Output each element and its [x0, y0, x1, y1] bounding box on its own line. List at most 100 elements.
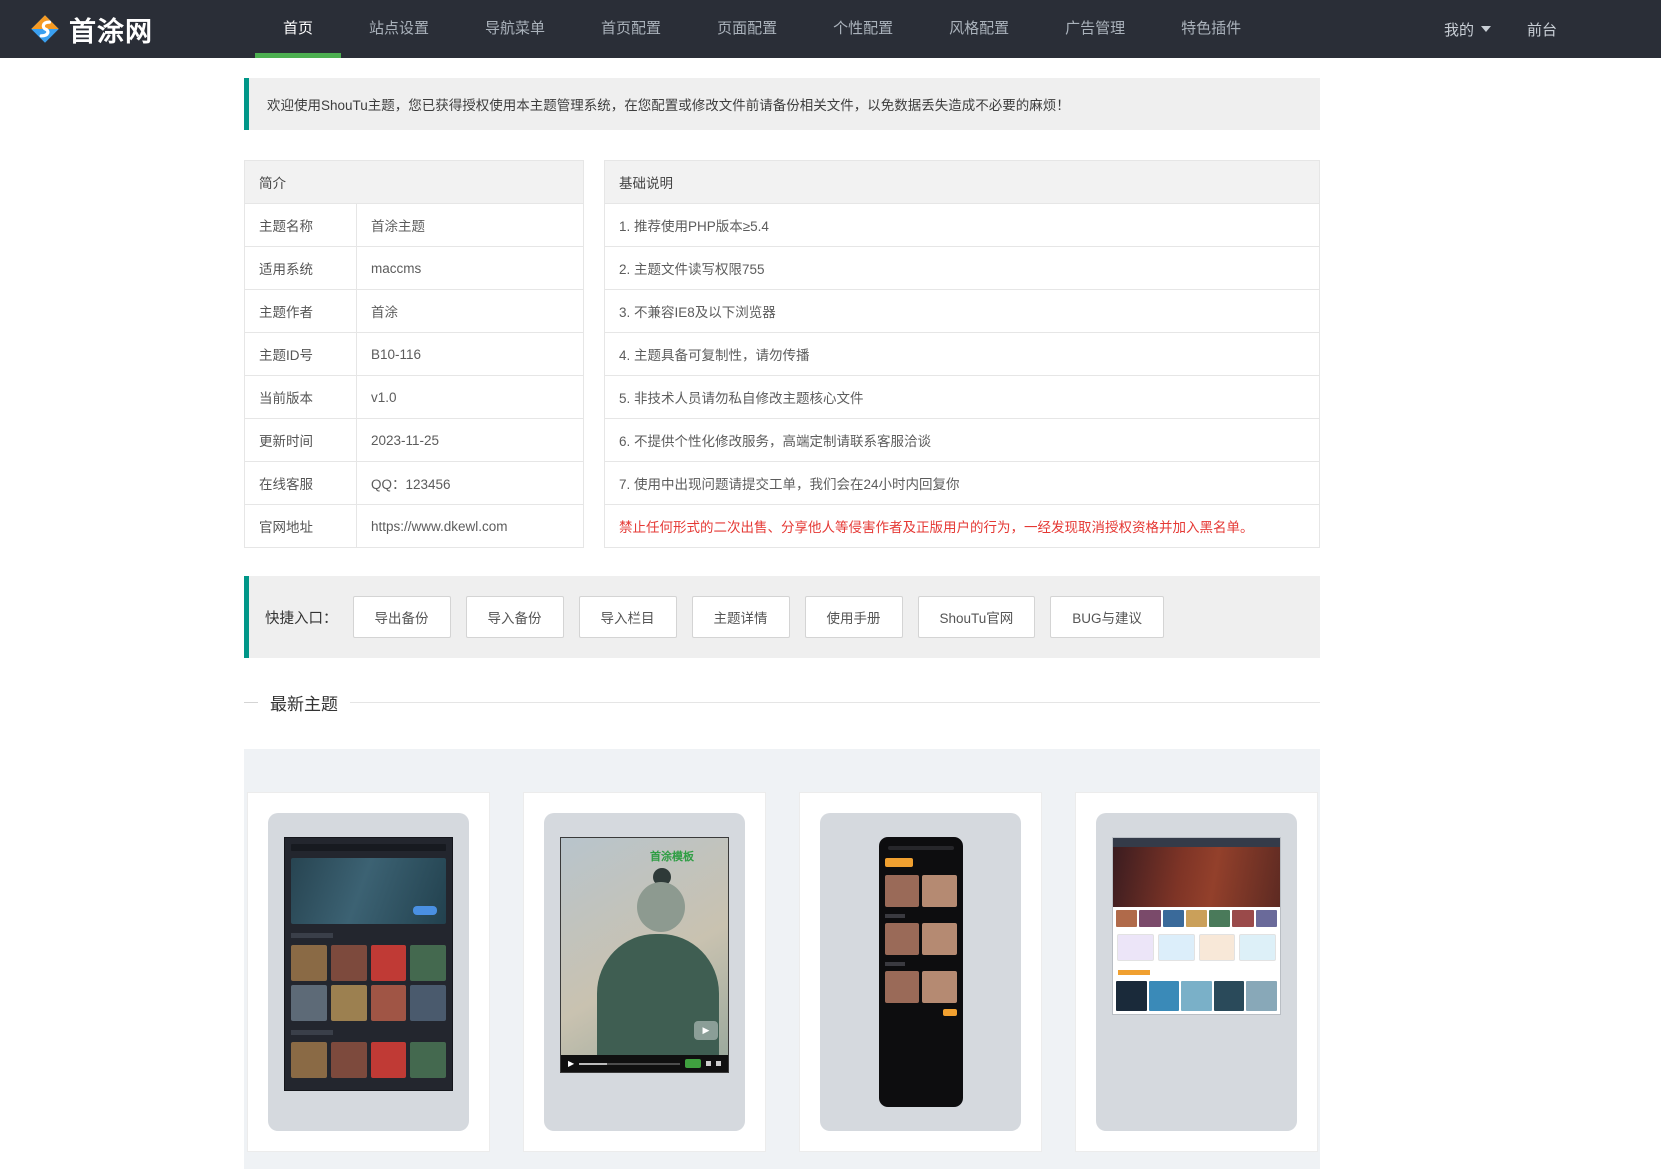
phone-status-bar: [887, 846, 954, 850]
player-button: [685, 1059, 701, 1068]
logo-text: 首涂网: [69, 16, 153, 47]
preview-hero-banner: [1113, 847, 1280, 907]
preview-poster-grid: [884, 971, 957, 1003]
license-warning-text: 禁止任何形式的二次出售、分享他人等侵害作者及正版用户的行为，一经发现取消授权资格…: [604, 504, 1320, 548]
nav-item-plugins[interactable]: 特色插件: [1153, 0, 1269, 58]
intro-label: 在线客服: [244, 461, 357, 505]
poster-tile: [1181, 981, 1212, 1011]
export-backup-button[interactable]: 导出备份: [352, 596, 451, 638]
theme-preview-image: 首涂模板 ▶ ▶: [560, 837, 729, 1073]
preview-poster-grid: [291, 945, 446, 1021]
import-columns-button[interactable]: 导入栏目: [578, 596, 677, 638]
theme-card-2[interactable]: 首涂模板 ▶ ▶: [523, 792, 766, 1152]
note-item: 6. 不提供个性化修改服务，高端定制请联系客服洽谈: [604, 418, 1320, 462]
chevron-down-icon: [1480, 26, 1491, 32]
player-control-bar: ▶: [561, 1055, 728, 1072]
table-row: 官网地址 https://www.dkewl.com: [244, 504, 584, 548]
theme-preview-image: [284, 837, 453, 1091]
logo[interactable]: 首涂网: [30, 10, 153, 49]
intro-label: 主题名称: [244, 203, 357, 247]
poster-tile: [410, 945, 446, 981]
intro-label: 主题作者: [244, 289, 357, 333]
poster-tile: [884, 971, 919, 1003]
shoutu-official-site-button[interactable]: ShouTu官网: [917, 596, 1036, 638]
preview-poster-grid: [884, 875, 957, 907]
poster-tile: [922, 875, 957, 907]
nav-item-site-settings[interactable]: 站点设置: [341, 0, 457, 58]
navbar-right: 我的 前台: [1444, 19, 1557, 40]
poster-tile: [1185, 910, 1208, 927]
intro-table-title: 简介: [244, 160, 584, 204]
preview-poster-row: [1113, 978, 1280, 1014]
note-item: 2. 主题文件读写权限755: [604, 246, 1320, 290]
theme-card-4[interactable]: [1075, 792, 1318, 1152]
nav-item-home[interactable]: 首页: [255, 0, 342, 58]
note-item: 5. 非技术人员请勿私自修改主题核心文件: [604, 375, 1320, 419]
main-content: 欢迎使用ShouTu主题，您已获得授权使用本主题管理系统，在您配置或修改文件前请…: [244, 78, 1320, 1169]
poster-tile: [1255, 910, 1277, 927]
poster-tile: [1232, 910, 1254, 927]
intro-label: 主题ID号: [244, 332, 357, 376]
poster-tile: [330, 985, 367, 1021]
table-row: 当前版本 v1.0: [244, 375, 584, 419]
poster-tile: [922, 971, 957, 1003]
poster-tile: [410, 985, 446, 1021]
import-backup-button[interactable]: 导入备份: [465, 596, 564, 638]
table-row: 更新时间 2023-11-25: [244, 418, 584, 462]
preview-logo: [884, 858, 913, 867]
theme-card-1[interactable]: [247, 792, 490, 1152]
poster-tile: [1116, 910, 1138, 927]
poster-tile: [291, 985, 327, 1021]
heading-right-rule: [350, 702, 1320, 703]
poster-tile: [370, 945, 407, 981]
frontend-link-label: 前台: [1526, 21, 1557, 39]
intro-value: maccms: [356, 246, 584, 290]
nav-item-style-config[interactable]: 风格配置: [921, 0, 1037, 58]
notes-table: 基础说明 1. 推荐使用PHP版本≥5.4 2. 主题文件读写权限755 3. …: [604, 160, 1320, 548]
theme-preview-image: [1112, 837, 1281, 1015]
theme-cards: 首涂模板 ▶ ▶: [247, 792, 1318, 1152]
category-tile: [1157, 934, 1195, 961]
intro-value: 首涂主题: [356, 203, 584, 247]
notes-table-title: 基础说明: [604, 160, 1320, 204]
theme-preview-image: [878, 837, 963, 1107]
note-item: 7. 使用中出现问题请提交工单，我们会在24小时内回复你: [604, 461, 1320, 505]
theme-thumbnail-3: [820, 813, 1021, 1131]
note-item: 4. 主题具备可复制性，请勿传播: [604, 332, 1320, 376]
theme-card-3[interactable]: [799, 792, 1042, 1152]
poster-tile: [1162, 910, 1184, 927]
nav-item-page-config[interactable]: 页面配置: [689, 0, 805, 58]
intro-value: QQ：123456: [356, 461, 584, 505]
heading-left-rule: [244, 702, 258, 703]
player-icon: [706, 1061, 711, 1066]
table-row: 适用系统 maccms: [244, 246, 584, 290]
section-title: 最新主题: [270, 695, 338, 714]
preview-section-title: [291, 933, 333, 938]
poster-tile: [1246, 981, 1277, 1011]
official-site-url[interactable]: https://www.dkewl.com: [356, 504, 584, 548]
preview-section-title: [1118, 970, 1150, 975]
frontend-link[interactable]: 前台: [1527, 19, 1557, 40]
theme-details-button[interactable]: 主题详情: [691, 596, 790, 638]
theme-thumbnail-2: 首涂模板 ▶ ▶: [544, 813, 745, 1131]
table-row: 主题名称 首涂主题: [244, 203, 584, 247]
table-row: 主题作者 首涂: [244, 289, 584, 333]
nav-item-nav-menu[interactable]: 导航菜单: [457, 0, 573, 58]
nav-item-ad-manage[interactable]: 广告管理: [1037, 0, 1153, 58]
preview-category-cards: [1113, 930, 1280, 965]
table-row: 7. 使用中出现问题请提交工单，我们会在24小时内回复你: [604, 461, 1320, 505]
preview-poster-row: [1113, 907, 1280, 930]
user-menu[interactable]: 我的: [1444, 19, 1491, 40]
theme-thumbnail-1: [268, 813, 469, 1131]
welcome-alert: 欢迎使用ShouTu主题，您已获得授权使用本主题管理系统，在您配置或修改文件前请…: [244, 78, 1320, 130]
quick-entry-bar: 快捷入口： 导出备份 导入备份 导入栏目 主题详情 使用手册 ShouTu官网 …: [244, 576, 1320, 658]
bug-suggestion-button[interactable]: BUG与建议: [1050, 596, 1165, 638]
user-menu-label: 我的: [1443, 21, 1474, 39]
preview-navbar: [291, 844, 446, 851]
latest-themes-panel: 首涂模板 ▶ ▶: [244, 749, 1320, 1169]
nav-item-home-config[interactable]: 首页配置: [573, 0, 689, 58]
poster-tile: [1213, 981, 1245, 1011]
watermark-text: 首涂模板: [650, 851, 694, 863]
user-manual-button[interactable]: 使用手册: [804, 596, 903, 638]
nav-item-personal-config[interactable]: 个性配置: [805, 0, 921, 58]
